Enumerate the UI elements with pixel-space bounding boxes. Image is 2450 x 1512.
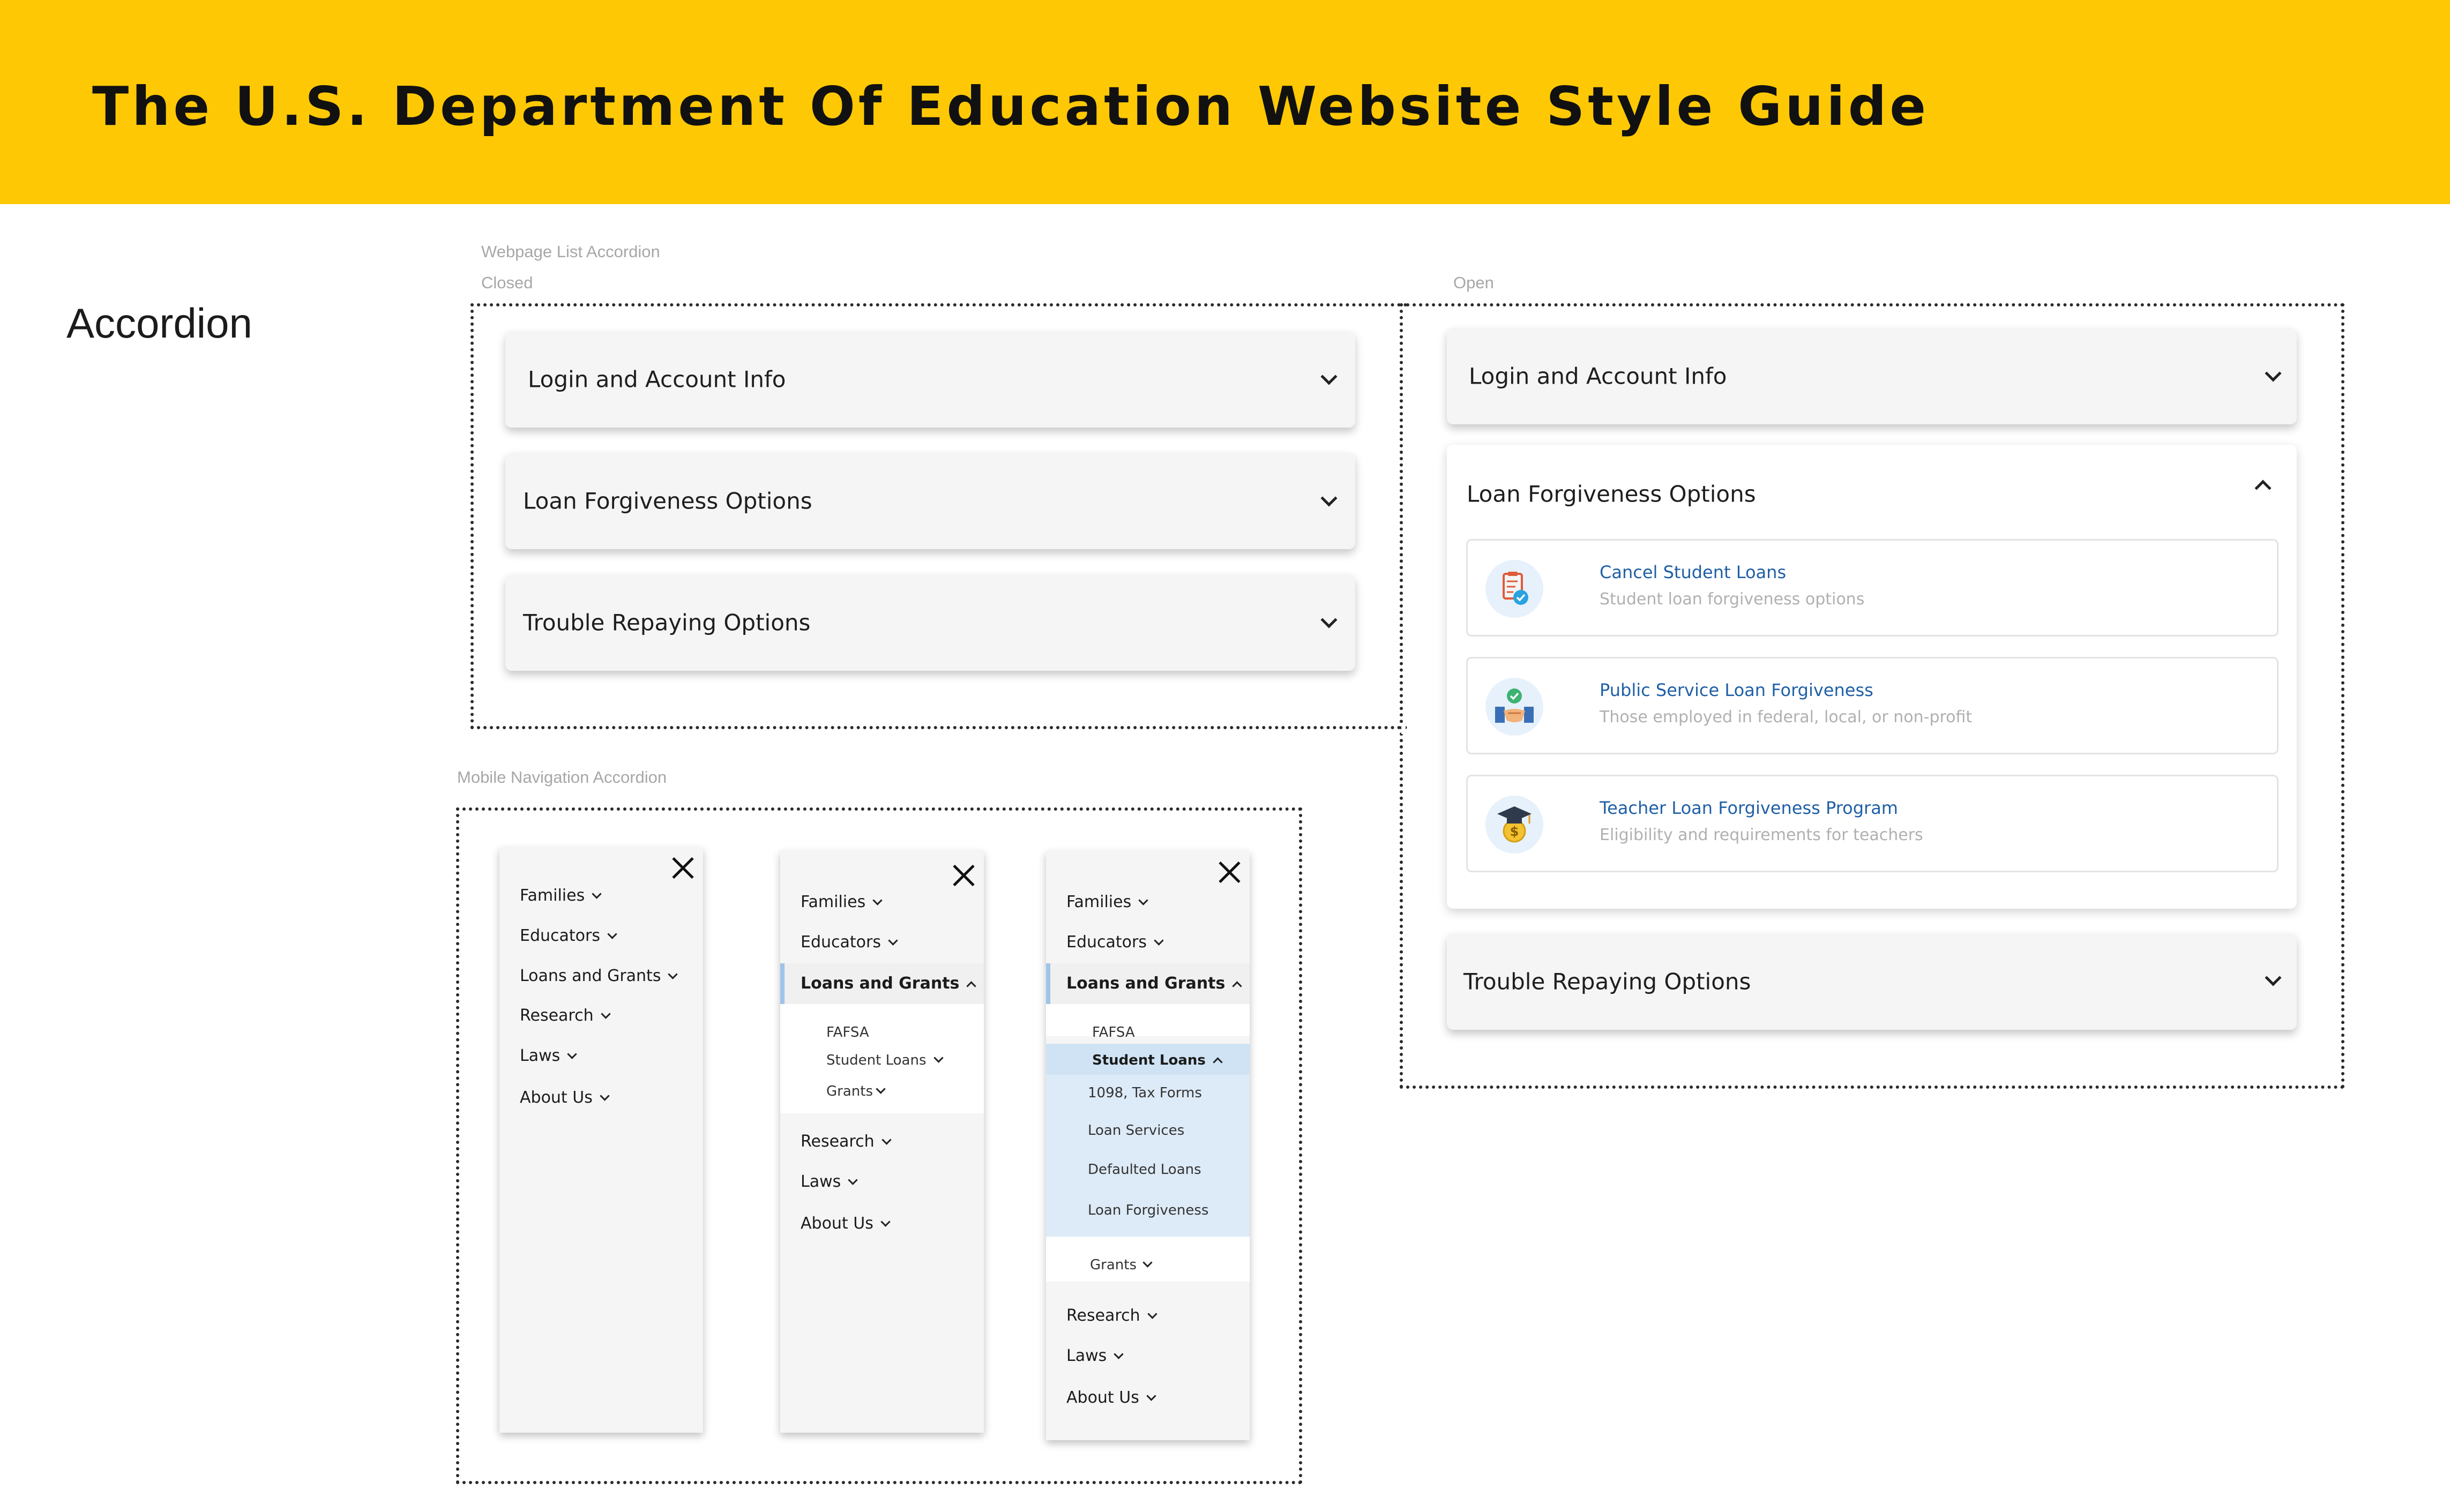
close-icon[interactable]: [671, 856, 694, 880]
chevron-down-icon[interactable]: [2265, 969, 2282, 986]
subnav-item-student-loans[interactable]: Student Loans: [826, 1052, 944, 1068]
chevron-down-icon: [1146, 1391, 1156, 1401]
closed-accordion-item-loan-forgiveness[interactable]: Loan Forgiveness Options: [505, 453, 1355, 549]
caption-closed: Closed: [481, 273, 533, 292]
accordion-item-label: Loan Forgiveness Options: [523, 488, 812, 514]
subnav-item-loan-forgiveness[interactable]: Loan Forgiveness: [1088, 1202, 1208, 1218]
nav-item-families[interactable]: Families: [520, 886, 602, 905]
mobile-nav-loans-expanded: Families Educators Loans and Grants FAFS…: [780, 851, 984, 1433]
accordion-item-label: Login and Account Info: [528, 366, 786, 393]
subnav-item-tax-forms[interactable]: 1098, Tax Forms: [1088, 1085, 1202, 1101]
link-card-teacher-loan[interactable]: $ Teacher Loan Forgiveness Program Eligi…: [1466, 775, 2279, 872]
chevron-down-icon[interactable]: [1320, 490, 1338, 507]
close-icon[interactable]: [952, 864, 975, 887]
subnav-item-grants[interactable]: Grants: [1090, 1257, 1153, 1273]
subnav-item-fafsa[interactable]: FAFSA: [826, 1024, 869, 1041]
card-title[interactable]: Cancel Student Loans: [1600, 562, 1786, 582]
open-accordion-item-loan-forgiveness[interactable]: Loan Forgiveness Options: [1447, 445, 2297, 536]
subnav-item-student-loans[interactable]: Student Loans: [1092, 1052, 1223, 1068]
section-title: Accordion: [66, 300, 252, 347]
chevron-down-icon: [600, 1009, 611, 1019]
chevron-up-icon: [1232, 981, 1243, 991]
chevron-down-icon: [881, 1135, 892, 1145]
chevron-down-icon: [668, 969, 678, 979]
chevron-down-icon: [1147, 1309, 1157, 1319]
nav-item-families[interactable]: Families: [801, 893, 883, 911]
mobile-nav-collapsed: Families Educators Loans and Grants Rese…: [499, 848, 703, 1433]
clipboard-check-icon: [1485, 560, 1543, 618]
mobile-nav-student-loans-expanded: Families Educators Loans and Grants FAFS…: [1046, 851, 1250, 1440]
nav-item-research[interactable]: Research: [520, 1006, 611, 1025]
nav-item-research[interactable]: Research: [1066, 1306, 1157, 1325]
subnav-item-grants[interactable]: Grants: [826, 1083, 886, 1099]
accordion-item-label: Trouble Repaying Options: [523, 609, 811, 636]
chevron-down-icon[interactable]: [1320, 611, 1338, 628]
link-card-cancel-student-loans[interactable]: Cancel Student Loans Student loan forgiv…: [1466, 539, 2279, 637]
closed-accordion-item-trouble-repaying[interactable]: Trouble Repaying Options: [505, 574, 1355, 671]
nav-item-educators[interactable]: Educators: [520, 926, 617, 945]
graduation-cap-coin-icon: $: [1485, 796, 1543, 854]
nav-item-laws[interactable]: Laws: [801, 1172, 858, 1191]
nav-item-loans-and-grants[interactable]: Loans and Grants: [1066, 974, 1243, 993]
card-title[interactable]: Teacher Loan Forgiveness Program: [1600, 798, 1898, 818]
accordion-item-label: Login and Account Info: [1469, 363, 1727, 390]
caption-webpage-list: Webpage List Accordion: [481, 242, 660, 261]
nav-item-laws[interactable]: Laws: [520, 1046, 577, 1065]
svg-text:$: $: [1510, 824, 1519, 839]
nav-item-families[interactable]: Families: [1066, 893, 1148, 911]
chevron-up-icon[interactable]: [2254, 480, 2272, 497]
chevron-down-icon: [933, 1053, 944, 1063]
chevron-down-icon: [567, 1049, 577, 1059]
card-subtitle: Eligibility and requirements for teacher…: [1600, 826, 1923, 844]
chevron-up-icon: [966, 981, 977, 991]
nav-item-educators[interactable]: Educators: [1066, 933, 1164, 952]
chevron-down-icon: [872, 895, 883, 905]
card-subtitle: Those employed in federal, local, or non…: [1600, 708, 1973, 727]
open-accordion-item-login[interactable]: Login and Account Info: [1447, 328, 2297, 424]
card-subtitle: Student loan forgiveness options: [1600, 590, 1865, 609]
chevron-down-icon: [1154, 935, 1164, 946]
caption-open: Open: [1453, 273, 1494, 292]
chevron-down-icon[interactable]: [1320, 368, 1338, 385]
close-icon[interactable]: [1217, 860, 1241, 884]
nav-item-loans-and-grants[interactable]: Loans and Grants: [801, 974, 977, 993]
chevron-down-icon: [848, 1175, 858, 1185]
nav-item-educators[interactable]: Educators: [801, 933, 898, 952]
card-title[interactable]: Public Service Loan Forgiveness: [1600, 680, 1873, 700]
chevron-down-icon: [880, 1217, 891, 1227]
subnav-item-defaulted-loans[interactable]: Defaulted Loans: [1088, 1162, 1201, 1178]
closed-accordion-item-login[interactable]: Login and Account Info: [505, 331, 1355, 428]
handshake-icon: [1485, 678, 1543, 736]
chevron-down-icon: [600, 1091, 610, 1101]
nav-item-about-us[interactable]: About Us: [520, 1088, 610, 1107]
nav-item-research[interactable]: Research: [801, 1132, 892, 1151]
chevron-down-icon: [1138, 895, 1148, 905]
accordion-item-label: Trouble Repaying Options: [1463, 968, 1751, 995]
nav-item-loans-and-grants[interactable]: Loans and Grants: [520, 967, 678, 985]
nav-item-about-us[interactable]: About Us: [1066, 1388, 1156, 1407]
chevron-down-icon: [607, 929, 617, 939]
page-title: The U.S. Department Of Education Website…: [92, 75, 1930, 138]
chevron-down-icon: [592, 889, 602, 899]
subnav-item-fafsa[interactable]: FAFSA: [1092, 1024, 1135, 1041]
chevron-down-icon[interactable]: [2265, 365, 2282, 382]
chevron-down-icon: [1142, 1257, 1153, 1268]
nav-item-laws[interactable]: Laws: [1066, 1346, 1124, 1365]
caption-mobile-nav: Mobile Navigation Accordion: [457, 768, 667, 787]
open-accordion-item-trouble-repaying[interactable]: Trouble Repaying Options: [1447, 933, 2297, 1030]
nav-item-about-us[interactable]: About Us: [801, 1214, 891, 1233]
open-accordion-panel: Loan Forgiveness Options Cancel Student …: [1447, 445, 2297, 909]
chevron-up-icon: [1213, 1057, 1223, 1067]
subnav-item-loan-services[interactable]: Loan Services: [1088, 1122, 1184, 1139]
accordion-item-label: Loan Forgiveness Options: [1467, 481, 1756, 507]
chevron-down-icon: [888, 935, 898, 946]
link-card-public-service[interactable]: Public Service Loan Forgiveness Those em…: [1466, 657, 2279, 754]
chevron-down-icon: [876, 1084, 886, 1094]
chevron-down-icon: [1114, 1349, 1124, 1359]
